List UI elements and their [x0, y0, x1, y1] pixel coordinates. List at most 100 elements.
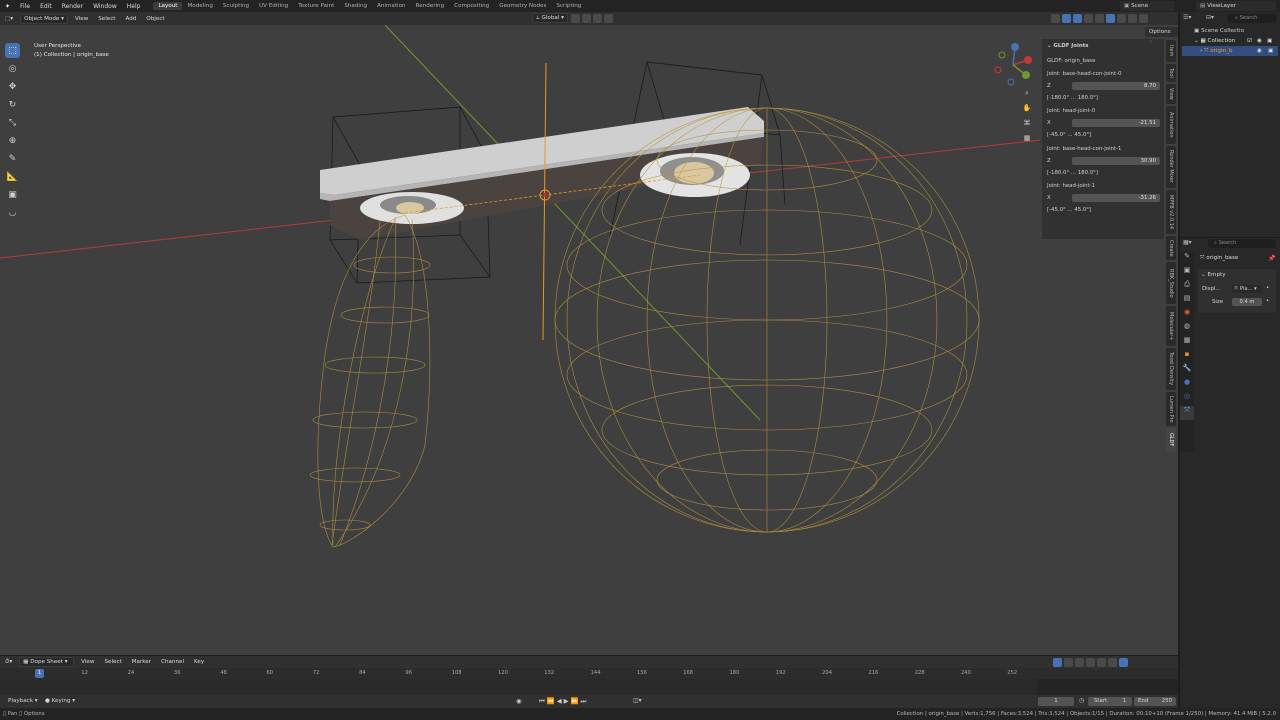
zoom-icon[interactable]: ⌕	[1021, 87, 1033, 99]
play-icon[interactable]: ▶	[564, 697, 571, 705]
workspace-tab-rendering[interactable]: Rendering	[411, 2, 450, 10]
keyframe-dot-icon[interactable]: •	[1266, 298, 1269, 304]
proportional-keys-icon[interactable]	[1108, 658, 1117, 667]
view-layer-props-icon[interactable]: ▤	[1180, 294, 1194, 308]
menu-file[interactable]: File	[15, 3, 35, 10]
play-reverse-icon[interactable]: ◀	[557, 697, 564, 705]
autokey-icon[interactable]: ◉	[516, 697, 522, 705]
collection-camera-icon[interactable]: ▣	[1267, 38, 1272, 44]
jump-end-icon[interactable]: ⏭	[581, 697, 589, 705]
blender-logo-icon[interactable]: ✦	[0, 3, 15, 10]
snap-target-icon[interactable]	[592, 13, 602, 23]
menu-edit[interactable]: Edit	[35, 3, 57, 10]
viewport-menu-add[interactable]: Add	[120, 16, 141, 22]
side-tab-texel-density[interactable]: Texel Density	[1166, 348, 1176, 390]
outliner-editor-icon[interactable]: ☰▾	[1183, 14, 1191, 21]
select-box-icon[interactable]: ⬚	[5, 43, 20, 58]
side-tab-render-mixer[interactable]: Render Mixer	[1166, 146, 1176, 188]
keying-menu[interactable]: ● Keying ▾	[45, 698, 75, 704]
visibility-icon[interactable]	[1051, 14, 1060, 23]
solid-shading-icon[interactable]	[1106, 14, 1115, 23]
workspace-tab-texture-paint[interactable]: Texture Paint	[293, 2, 339, 10]
side-tab-mpfb[interactable]: MPFB v2.0.14	[1166, 190, 1176, 234]
rotate-icon[interactable]: ↻	[5, 97, 20, 112]
keyframe-area[interactable]	[0, 679, 1037, 695]
gldf-panel-title[interactable]: ⌄ GLDF Joints	[1047, 43, 1088, 49]
size-field[interactable]: 0.4 m	[1232, 298, 1262, 306]
timeline-menu-key[interactable]: Key	[189, 659, 209, 665]
camera-icon[interactable]: ⌘	[1021, 117, 1033, 129]
material-shading-icon[interactable]	[1117, 14, 1126, 23]
scale-icon[interactable]: ⤡	[5, 115, 20, 130]
viewlayer-selector[interactable]: ▤ ViewLayer	[1196, 1, 1276, 11]
properties-search-input[interactable]: ⌕ Search	[1208, 239, 1276, 248]
rendered-shading-icon[interactable]	[1128, 14, 1137, 23]
show-hidden-icon[interactable]	[1064, 658, 1073, 667]
shading-options-icon[interactable]	[1139, 14, 1148, 23]
pan-hand-icon[interactable]: ✋	[1021, 102, 1033, 114]
filter-icon[interactable]	[1075, 658, 1084, 667]
3d-viewport[interactable]: User Perspective (1) Collection | origin…	[0, 25, 1178, 655]
viewport-menu-select[interactable]: Select	[93, 16, 120, 22]
collection-row[interactable]: ⌄ ▦ Collection ☑ ◉ ▣	[1194, 38, 1280, 44]
workspace-tab-compositing[interactable]: Compositing	[449, 2, 494, 10]
particles-props-icon[interactable]: ●	[1180, 378, 1194, 392]
current-frame-field[interactable]: 1	[1038, 697, 1074, 706]
data-props-icon[interactable]: ⤧	[1180, 406, 1194, 420]
jump-key-forward-icon[interactable]: ⏩	[571, 697, 581, 705]
scene-collection-row[interactable]: ▣ Scene Collectio	[1194, 28, 1244, 34]
end-frame-field[interactable]: End 250	[1134, 697, 1176, 706]
dope-sheet-mode-dropdown[interactable]: ▦ Dope Sheet ▾	[19, 657, 75, 667]
side-tab-gldf[interactable]: GLDF	[1166, 428, 1176, 452]
object-props-icon[interactable]: ▪	[1180, 350, 1194, 364]
physics-props-icon[interactable]: ◎	[1180, 392, 1194, 406]
collection-eye-icon[interactable]: ◉	[1257, 38, 1262, 44]
workspace-tab-shading[interactable]: Shading	[339, 2, 372, 10]
workspace-tab-scripting[interactable]: Scripting	[551, 2, 586, 10]
wireframe-shading-icon[interactable]	[1095, 14, 1104, 23]
gizmo-icon[interactable]	[1062, 14, 1071, 23]
pin-icon[interactable]: 📌	[1268, 255, 1275, 262]
joint-1-value-field[interactable]: -21.51	[1072, 119, 1160, 127]
collection-props-icon[interactable]: ▦	[1180, 336, 1194, 350]
tool-props-icon[interactable]: ✎	[1180, 252, 1194, 266]
grid-view-icon[interactable]: ▦	[1021, 132, 1033, 144]
annotate-icon[interactable]: ✎	[5, 151, 20, 166]
orientation-dropdown[interactable]: ⟂ Global ▾	[532, 13, 568, 23]
only-selected-icon[interactable]	[1053, 658, 1062, 667]
transform-icon[interactable]: ⊕	[5, 133, 20, 148]
add-cube-icon[interactable]: ▣	[5, 187, 20, 202]
timeline-menu-marker[interactable]: Marker	[127, 659, 156, 665]
properties-editor-icon[interactable]: ▦▾	[1183, 239, 1192, 246]
menu-window[interactable]: Window	[88, 3, 122, 10]
output-props-icon[interactable]: ⎙	[1180, 280, 1194, 294]
start-frame-field[interactable]: Start 1	[1088, 697, 1132, 706]
keyframe-dot-icon[interactable]: •	[1266, 285, 1269, 291]
viewport-menu-object[interactable]: Object	[141, 16, 169, 22]
render-props-icon[interactable]: ▣	[1180, 266, 1194, 280]
jump-start-icon[interactable]: ⏮	[539, 697, 547, 705]
measure-icon[interactable]: 📐	[5, 169, 20, 184]
joint-3-value-field[interactable]: -31.26	[1072, 194, 1160, 202]
workspace-tab-geometry-nodes[interactable]: Geometry Nodes	[494, 2, 551, 10]
outliner-search-input[interactable]: ⌕ Search	[1227, 14, 1277, 23]
editor-type-icon[interactable]: ⬚▾	[0, 16, 18, 22]
mode-dropdown[interactable]: Object Mode ▾	[20, 13, 68, 24]
side-tab-view[interactable]: View	[1166, 84, 1176, 104]
scene-props-icon[interactable]: ◉	[1180, 308, 1194, 322]
workspace-tab-uv-editing[interactable]: UV Editing	[254, 2, 293, 10]
proportional-edit-icon[interactable]	[603, 13, 613, 23]
snap-keys-icon[interactable]	[1097, 658, 1106, 667]
workspace-tab-sculpting[interactable]: Sculpting	[218, 2, 254, 10]
menu-render[interactable]: Render	[57, 3, 88, 10]
menu-help[interactable]: Help	[122, 3, 146, 10]
joint-2-value-field[interactable]: 30.90	[1072, 157, 1160, 165]
summary-icon[interactable]	[1086, 658, 1095, 667]
modifier-props-icon[interactable]: 🔧	[1180, 364, 1194, 378]
frame-ruler[interactable]: 1 12 24 36 48 60 72 84 96 108 120 132 144 156 168 180 1…	[0, 668, 1178, 679]
snap-icon[interactable]	[581, 13, 591, 23]
preview-range-icon[interactable]: ◫▾	[633, 697, 642, 704]
object-row-origin-base[interactable]: › ⤧ origin_b ◉ ▣	[1182, 46, 1278, 56]
overlay-keys-icon[interactable]	[1119, 658, 1128, 667]
pivot-icon[interactable]	[570, 13, 580, 23]
